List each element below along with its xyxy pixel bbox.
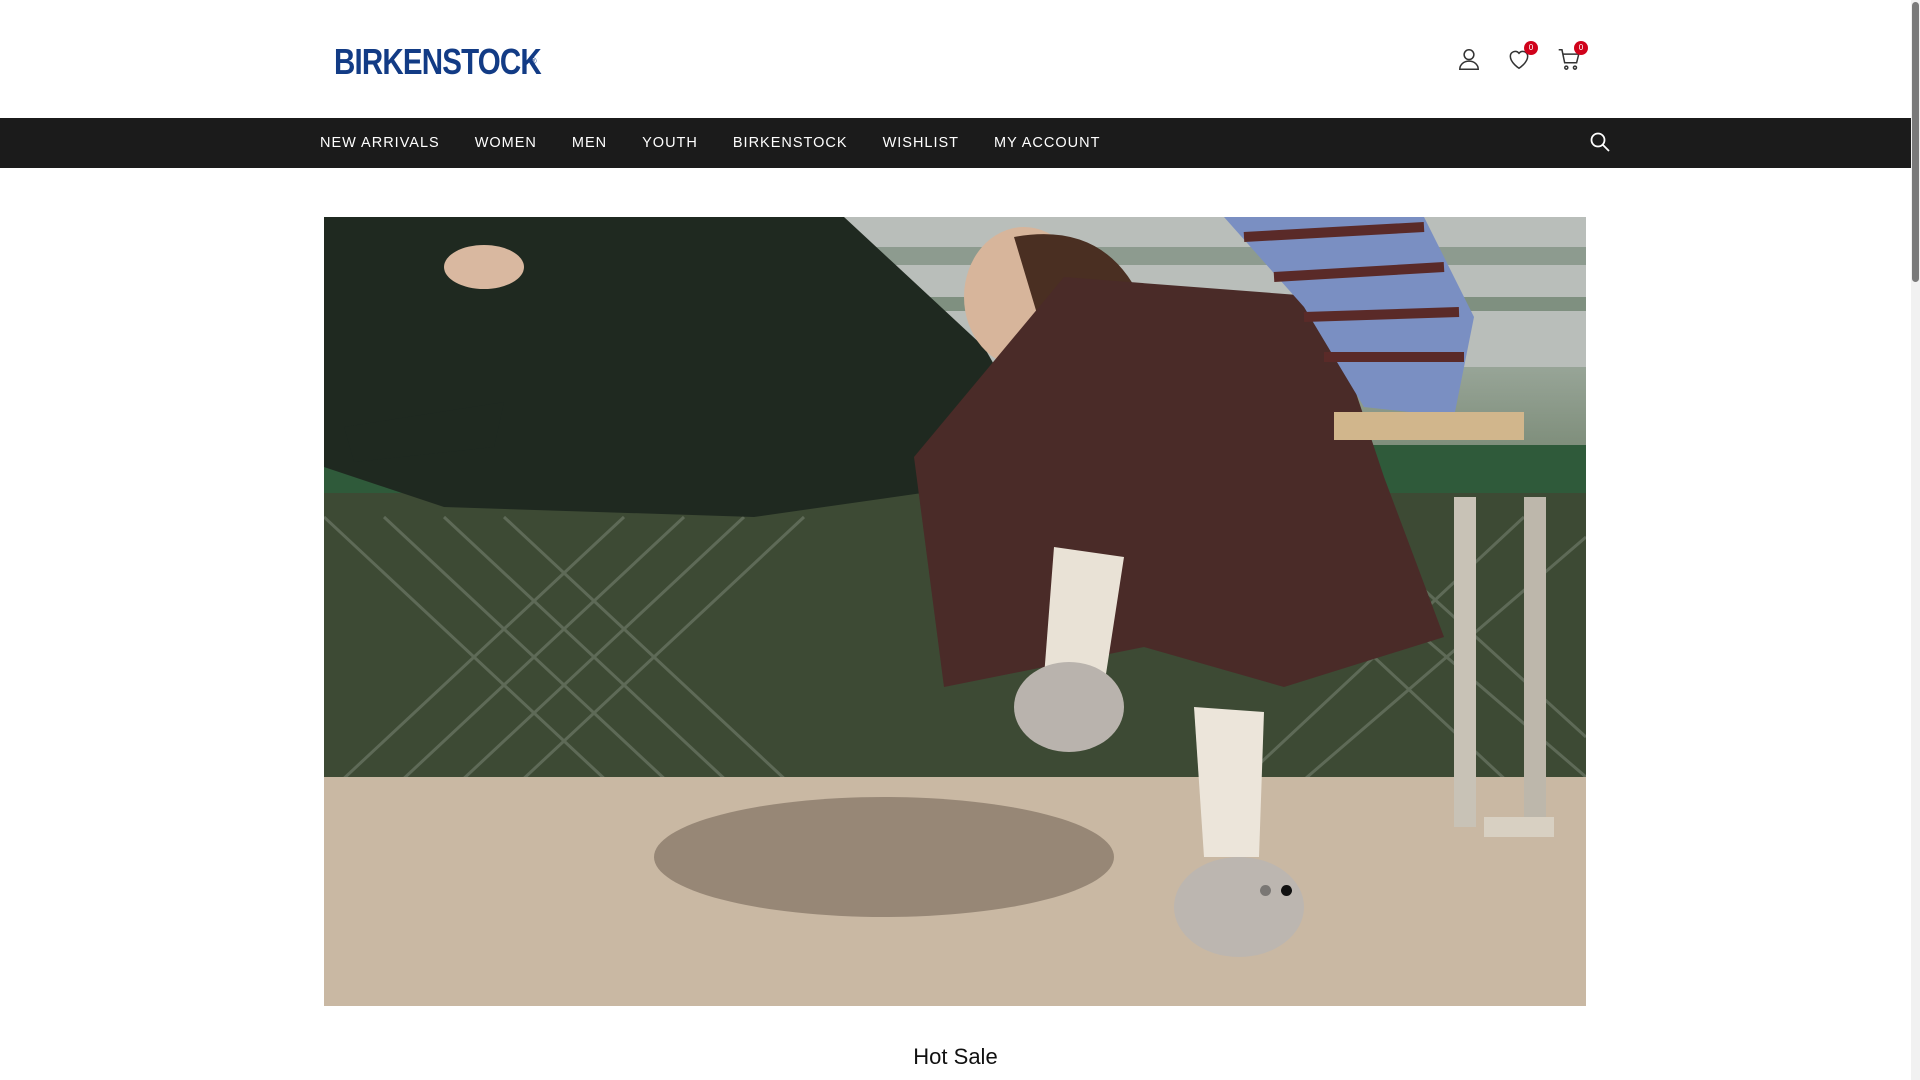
- slider-dot-2[interactable]: [1281, 885, 1292, 896]
- nav-item-birkenstock[interactable]: BIRKENSTOCK: [733, 135, 848, 151]
- nav-item-new-arrivals[interactable]: NEW ARRIVALS: [320, 135, 440, 151]
- search-button[interactable]: [1588, 130, 1614, 156]
- nav-item-my-account[interactable]: MY ACCOUNT: [994, 135, 1100, 151]
- slider-dots: [1260, 885, 1292, 896]
- logo-text: BIRKENSTOCK: [334, 41, 542, 82]
- nav-item-women[interactable]: WOMEN: [475, 135, 537, 151]
- main-nav: NEW ARRIVALS WOMEN MEN YOUTH BIRKENSTOCK…: [0, 118, 1911, 168]
- cart-button[interactable]: 0: [1554, 41, 1588, 76]
- search-icon: [1588, 132, 1612, 158]
- section-title: Hot Sale: [913, 1044, 998, 1069]
- cart-count-badge: 0: [1574, 41, 1588, 55]
- site-header: BIRKENSTOCK ® 0 0: [0, 0, 1911, 118]
- page-scrollbar[interactable]: [1911, 0, 1920, 1080]
- wishlist-count-badge: 0: [1524, 41, 1538, 55]
- hero-image: [324, 217, 1586, 1006]
- logo-registered-mark: ®: [530, 56, 537, 66]
- brand-logo[interactable]: BIRKENSTOCK ®: [334, 40, 542, 84]
- hero-banner[interactable]: [324, 217, 1586, 1006]
- nav-item-wishlist[interactable]: WISHLIST: [883, 135, 959, 151]
- nav-item-youth[interactable]: YOUTH: [642, 135, 698, 151]
- wishlist-button[interactable]: 0: [1504, 41, 1538, 76]
- nav-item-men[interactable]: MEN: [572, 135, 607, 151]
- scrollbar-thumb[interactable]: [1912, 2, 1919, 282]
- user-icon: [1456, 46, 1482, 77]
- slider-dot-1[interactable]: [1260, 885, 1271, 896]
- nav-list: NEW ARRIVALS WOMEN MEN YOUTH BIRKENSTOCK…: [320, 118, 1135, 168]
- account-button[interactable]: [1454, 46, 1484, 76]
